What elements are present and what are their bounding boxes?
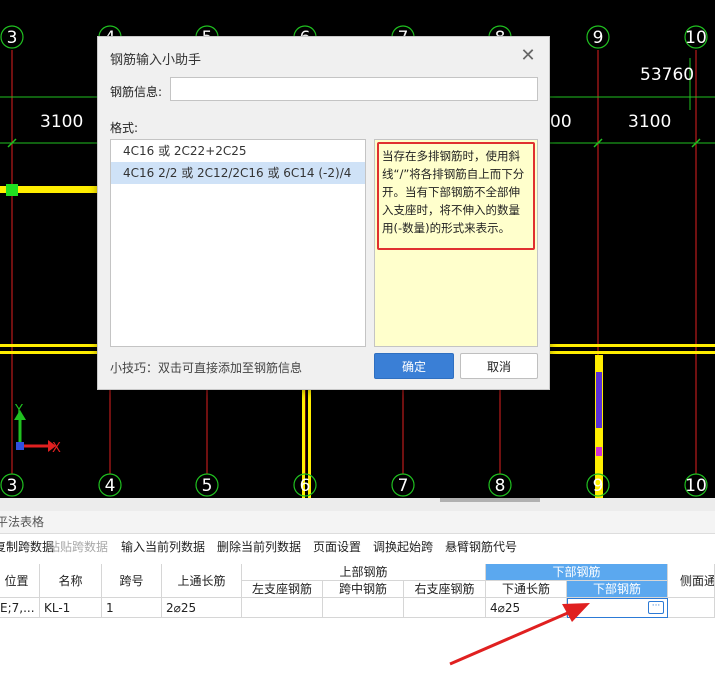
axis-label-bottom: 9 <box>593 476 604 496</box>
panel-splitter[interactable] <box>0 498 715 511</box>
rebar-info-input[interactable] <box>170 77 538 101</box>
close-icon[interactable]: ✕ <box>517 45 539 67</box>
cell-side-bar[interactable] <box>668 598 715 618</box>
dimension-text: 3100 <box>40 112 83 132</box>
axis-label-top: 9 <box>593 28 604 48</box>
format-description-panel: 当存在多排钢筋时，使用斜线“/”将各排钢筋自上而下分开。当有下部钢筋不全部伸入支… <box>374 139 538 347</box>
cell-mid-span-bar[interactable] <box>323 598 404 618</box>
ucs-y-label: Y <box>14 403 23 418</box>
dimension-text: 00 <box>550 112 572 132</box>
header-lower-rebar-group: 下部钢筋 <box>486 564 668 581</box>
cell-name[interactable]: KL-1 <box>40 598 102 618</box>
header-right-support-bar[interactable]: 右支座钢筋 <box>404 581 486 598</box>
splitter-grip[interactable] <box>440 498 540 502</box>
format-item-selected[interactable]: 4C16 2/2 或 2C12/2C16 或 6C14 (-2)/4 <box>111 162 365 184</box>
dimension-total-text: 53760 <box>640 65 694 85</box>
axis-label-bottom: 10 <box>685 476 707 496</box>
cell-position[interactable]: E;7,... <box>0 598 40 618</box>
rebar-info-label: 钢筋信息: <box>110 85 163 99</box>
header-span[interactable]: 跨号 <box>102 564 162 598</box>
panel-title: 平法表格 <box>0 511 715 534</box>
ok-button[interactable]: 确定 <box>374 353 454 379</box>
cell-left-support-bar[interactable] <box>242 598 323 618</box>
axis-label-bottom: 3 <box>7 476 18 496</box>
header-bottom-long-bar[interactable]: 下通长筋 <box>486 581 567 598</box>
cell-span[interactable]: 1 <box>102 598 162 618</box>
format-list[interactable]: 4C16 或 2C22+2C25 4C16 2/2 或 2C12/2C16 或 … <box>110 139 366 347</box>
header-top-long-bar[interactable]: 上通长筋 <box>162 564 242 598</box>
input-column-button[interactable]: 输入当前列数据 <box>121 536 205 558</box>
ucs-x-label: X <box>52 441 61 456</box>
dimension-text: 3100 <box>628 112 671 132</box>
cantilever-code-button[interactable]: 悬臂钢筋代号 <box>445 536 517 558</box>
more-icon[interactable]: ··· <box>648 601 664 614</box>
header-left-support-bar[interactable]: 左支座钢筋 <box>242 581 323 598</box>
delete-column-button[interactable]: 删除当前列数据 <box>217 536 301 558</box>
format-item[interactable]: 4C16 或 2C22+2C25 <box>111 140 365 162</box>
axis-label-bottom: 7 <box>398 476 409 496</box>
cell-bottom-bar-active[interactable]: ··· <box>567 598 668 618</box>
cancel-button[interactable]: 取消 <box>460 353 538 379</box>
cell-top-long-bar[interactable]: 2⌀25 <box>162 598 242 618</box>
header-name[interactable]: 名称 <box>40 564 102 598</box>
header-side-bar[interactable]: 侧面通 <box>668 564 715 598</box>
axis-label-top: 10 <box>685 28 707 48</box>
header-upper-rebar-group: 上部钢筋 <box>242 564 486 581</box>
table-toolbar: 复制跨数据 粘贴跨数据 输入当前列数据 删除当前列数据 页面设置 调换起始跨 悬… <box>0 536 715 558</box>
axis-label-bottom: 4 <box>105 476 116 496</box>
axis-label-top: 3 <box>7 28 18 48</box>
cell-bottom-long-bar[interactable]: 4⌀25 <box>486 598 567 618</box>
header-position[interactable]: 位置 <box>0 564 40 598</box>
axis-label-bottom: 8 <box>495 476 506 496</box>
axis-label-bottom: 5 <box>202 476 213 496</box>
cell-right-support-bar[interactable] <box>404 598 486 618</box>
ucs-icon: Y X <box>14 403 61 456</box>
flat-method-table: 位置 名称 跨号 上通长筋 上部钢筋 下部钢筋 侧面通 左支座钢筋 跨中钢筋 右… <box>0 564 715 618</box>
paste-span-button[interactable]: 粘贴跨数据 <box>48 536 108 558</box>
axis-label-bottom: 6 <box>300 476 311 496</box>
format-description-text: 当存在多排钢筋时，使用斜线“/”将各排钢筋自上而下分开。当有下部钢筋不全部伸入支… <box>377 142 535 250</box>
copy-span-button[interactable]: 复制跨数据 <box>0 536 54 558</box>
page-setup-button[interactable]: 页面设置 <box>313 536 361 558</box>
panel-title-text: 平法表格 <box>0 515 45 529</box>
swap-start-span-button[interactable]: 调换起始跨 <box>373 536 433 558</box>
rebar-input-assistant-dialog: 钢筋输入小助手 ✕ 钢筋信息: 格式: 4C16 或 2C22+2C25 4C1… <box>97 36 550 390</box>
header-mid-span-bar[interactable]: 跨中钢筋 <box>323 581 404 598</box>
dialog-title: 钢筋输入小助手 <box>110 53 202 68</box>
header-bottom-bar[interactable]: 下部钢筋 <box>567 581 668 598</box>
format-label: 格式: <box>110 121 139 135</box>
tip-text: 小技巧：双击可直接添加至钢筋信息 <box>110 361 303 375</box>
flat-method-table-panel: 平法表格 复制跨数据 粘贴跨数据 输入当前列数据 删除当前列数据 页面设置 调换… <box>0 498 715 674</box>
